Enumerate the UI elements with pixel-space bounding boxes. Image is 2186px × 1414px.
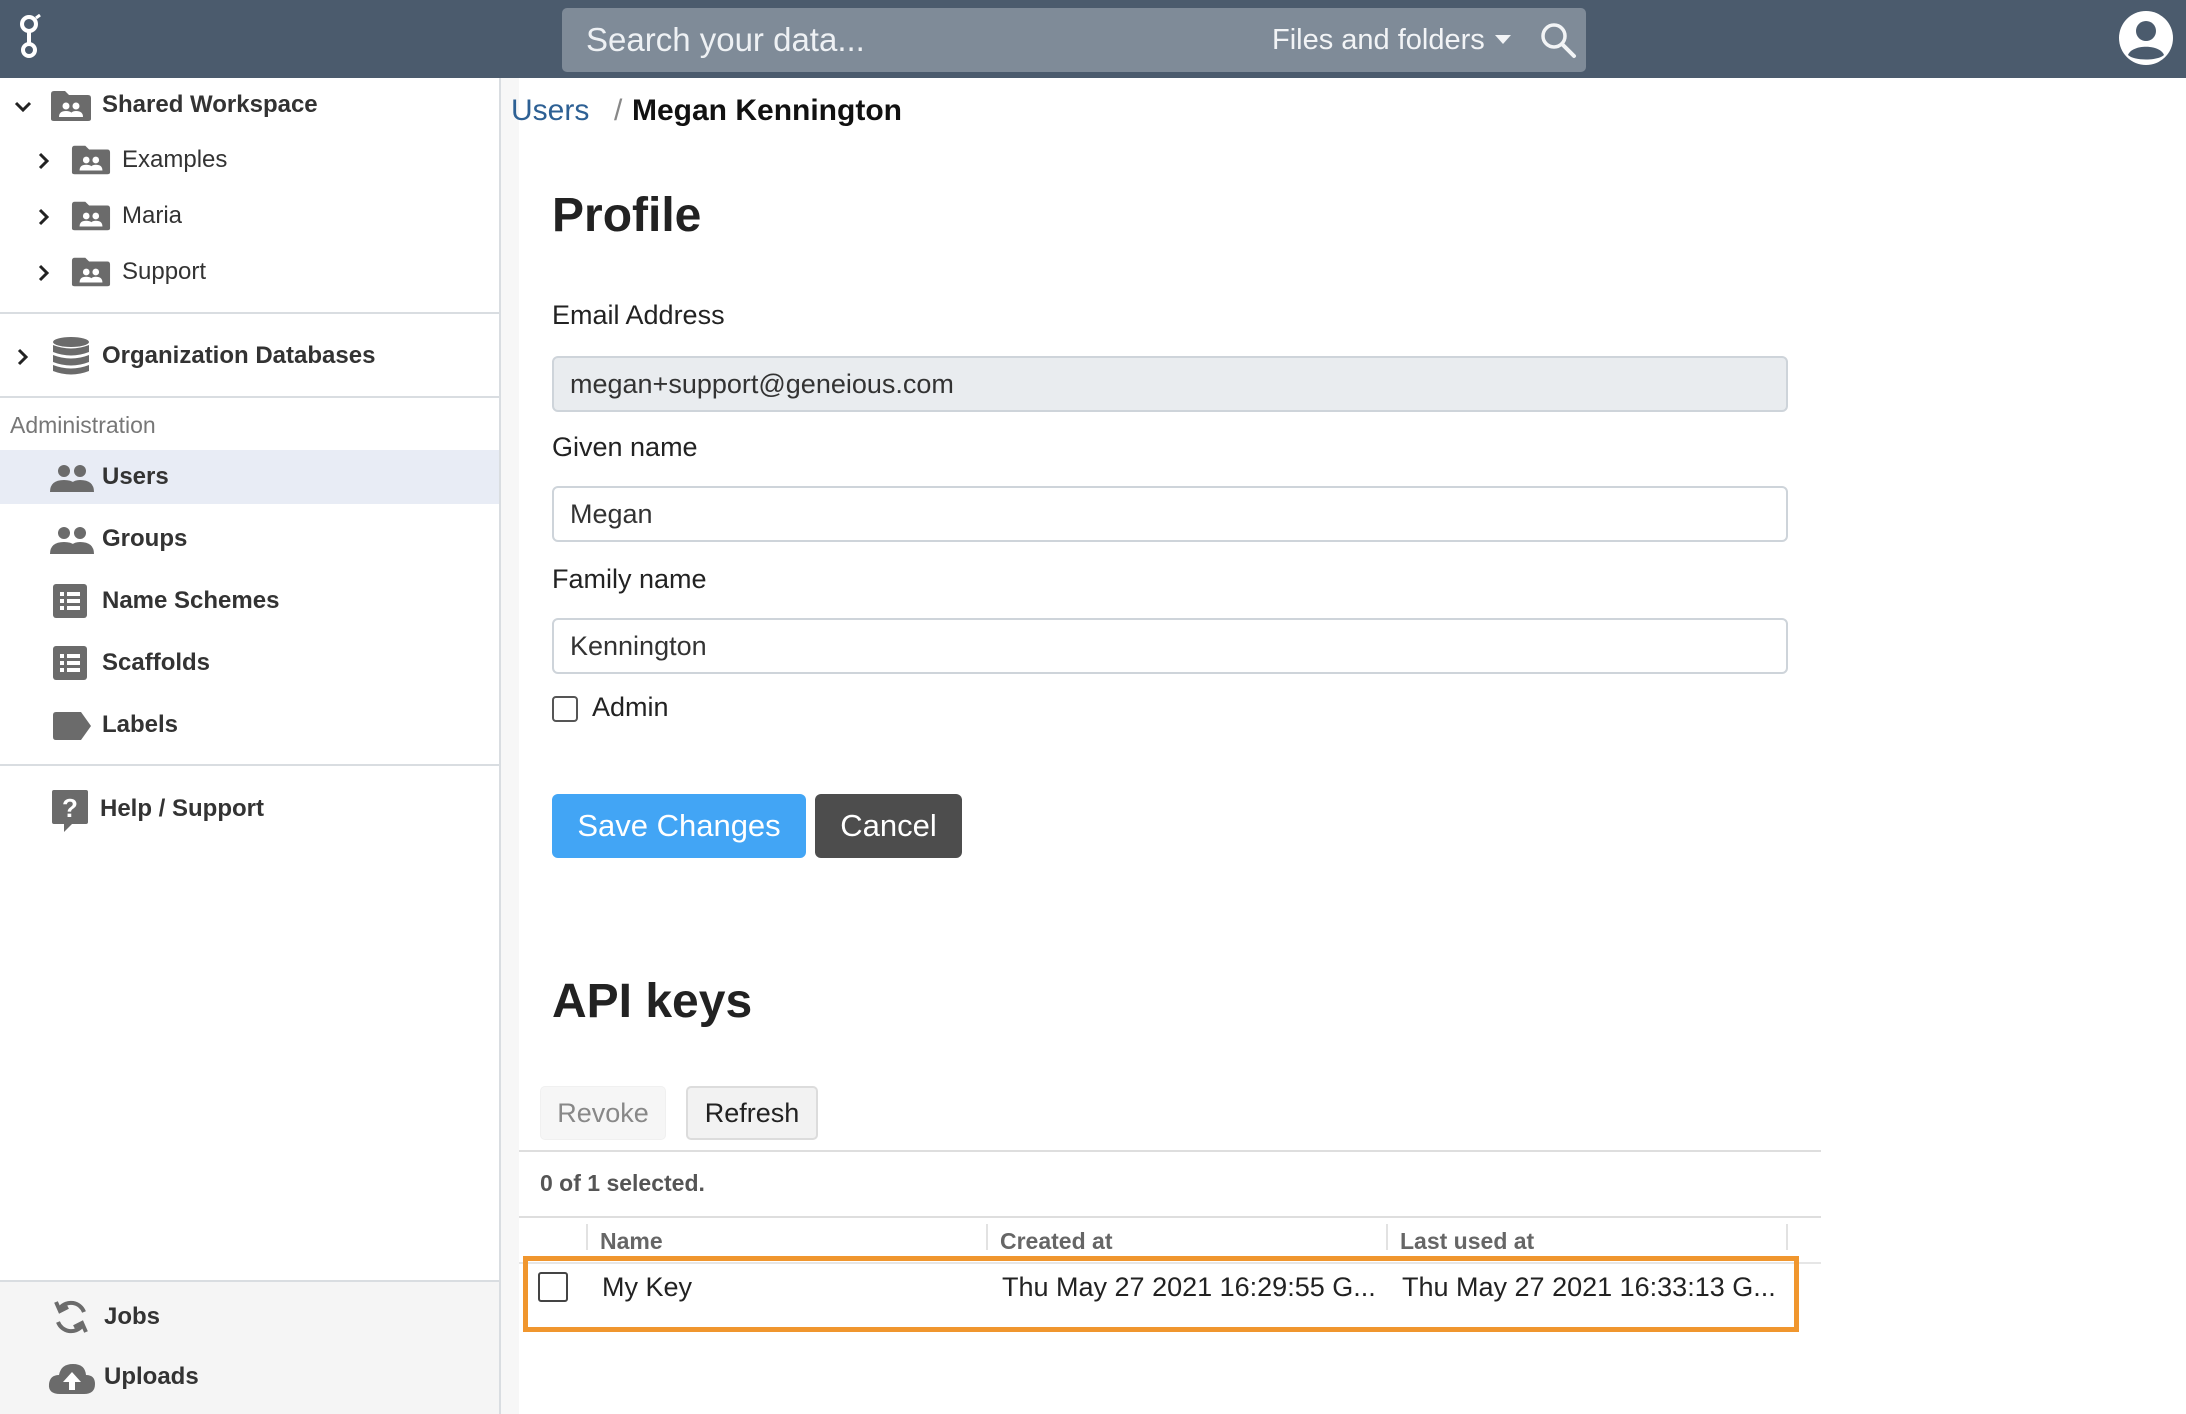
family-name-label: Family name <box>552 564 707 594</box>
sidebar-item-label: Jobs <box>104 1303 161 1330</box>
sidebar: Shared Workspace Examples Maria Support <box>0 78 501 1414</box>
shared-folder-icon <box>71 145 111 175</box>
admin-checkbox[interactable] <box>552 696 578 722</box>
email-label: Email Address <box>552 300 725 330</box>
search-icon[interactable] <box>1538 20 1578 60</box>
sidebar-divider <box>0 764 499 766</box>
column-separator <box>586 1224 588 1250</box>
users-icon <box>50 465 94 492</box>
database-icon <box>53 337 89 375</box>
label-tag-icon <box>53 712 91 740</box>
caret-down-icon[interactable] <box>1495 35 1511 44</box>
shared-folder-icon <box>71 201 111 231</box>
column-header-name[interactable]: Name <box>600 1228 663 1255</box>
content-gutter <box>501 78 519 1414</box>
sidebar-item-name-schemes[interactable]: Name Schemes <box>0 574 499 628</box>
column-separator <box>986 1224 988 1250</box>
groups-icon <box>50 527 94 554</box>
email-field[interactable] <box>552 356 1788 412</box>
given-name-label: Given name <box>552 432 698 462</box>
tree-item-maria[interactable]: Maria <box>0 192 499 242</box>
column-separator <box>1386 1224 1388 1250</box>
given-name-field[interactable] <box>552 486 1788 542</box>
search-input[interactable] <box>586 8 1226 72</box>
column-header-created[interactable]: Created at <box>1000 1228 1112 1255</box>
tree-item-organization-databases[interactable]: Organization Databases <box>0 332 499 382</box>
sidebar-item-label: Name Schemes <box>102 587 280 614</box>
search-scope-dropdown[interactable]: Files and folders <box>1272 8 1485 72</box>
sidebar-item-jobs[interactable]: Jobs <box>0 1290 499 1344</box>
sidebar-divider <box>0 396 499 398</box>
tree-item-label: Organization Databases <box>102 342 376 369</box>
breadcrumb-separator: / <box>614 94 623 127</box>
breadcrumb-users-link[interactable]: Users <box>511 94 589 128</box>
breadcrumb-current: Megan Kennington <box>632 94 902 127</box>
sidebar-item-scaffolds[interactable]: Scaffolds <box>0 636 499 690</box>
top-bar: Files and folders <box>0 0 2186 78</box>
administration-heading: Administration <box>10 412 156 438</box>
cancel-button[interactable]: Cancel <box>815 794 962 858</box>
tree-item-label: Shared Workspace <box>102 91 318 118</box>
search-bar: Files and folders <box>562 8 1586 72</box>
list-icon <box>53 584 87 618</box>
geneious-logo-icon[interactable] <box>14 14 44 60</box>
tree-item-support[interactable]: Support <box>0 248 499 298</box>
family-name-field[interactable] <box>552 618 1788 674</box>
toolbar-divider <box>519 1150 1821 1152</box>
sidebar-item-groups[interactable]: Groups <box>0 512 499 566</box>
chevron-down-icon[interactable] <box>12 96 34 118</box>
tree-item-label: Examples <box>122 146 228 173</box>
column-header-last-used[interactable]: Last used at <box>1400 1228 1534 1255</box>
tree-item-label: Support <box>122 258 207 285</box>
sidebar-item-users[interactable]: Users <box>0 450 499 504</box>
save-changes-button[interactable]: Save Changes <box>552 794 806 858</box>
chevron-right-icon[interactable] <box>12 346 34 368</box>
help-icon: ? <box>52 790 88 832</box>
sidebar-bottom-panel: Jobs Uploads <box>0 1282 499 1414</box>
profile-heading: Profile <box>552 189 702 242</box>
account-icon[interactable] <box>2118 10 2174 66</box>
sidebar-item-help-support[interactable]: ? Help / Support <box>0 782 499 836</box>
chevron-right-icon[interactable] <box>33 262 55 284</box>
sidebar-item-label: Scaffolds <box>102 649 211 676</box>
sidebar-item-uploads[interactable]: Uploads <box>0 1350 499 1404</box>
list-icon <box>53 646 87 680</box>
table-top-border <box>519 1216 1821 1218</box>
cloud-upload-icon <box>48 1364 95 1394</box>
tree-item-label: Maria <box>122 202 183 229</box>
sidebar-item-labels[interactable]: Labels <box>0 698 499 752</box>
sidebar-item-label: Groups <box>102 525 188 552</box>
sidebar-item-label: Users <box>102 463 169 490</box>
chevron-right-icon[interactable] <box>33 150 55 172</box>
sidebar-divider <box>0 312 499 314</box>
refresh-button[interactable]: Refresh <box>686 1086 818 1140</box>
sidebar-item-label: Uploads <box>104 1363 199 1390</box>
sidebar-item-label: Labels <box>102 711 179 738</box>
sync-icon <box>54 1300 88 1334</box>
selection-count: 0 of 1 selected. <box>540 1170 705 1196</box>
shared-folder-icon <box>51 91 91 121</box>
api-keys-heading: API keys <box>552 975 753 1028</box>
sidebar-item-label: Help / Support <box>100 795 264 822</box>
shared-folder-icon <box>71 257 111 287</box>
admin-label: Admin <box>592 692 669 722</box>
column-separator <box>1786 1224 1788 1250</box>
tree-item-examples[interactable]: Examples <box>0 136 499 186</box>
revoke-button[interactable]: Revoke <box>540 1086 666 1140</box>
row-highlight-box <box>523 1256 1799 1332</box>
svg-text:?: ? <box>62 793 78 823</box>
tree-item-shared-workspace[interactable]: Shared Workspace <box>0 80 499 130</box>
chevron-right-icon[interactable] <box>33 206 55 228</box>
